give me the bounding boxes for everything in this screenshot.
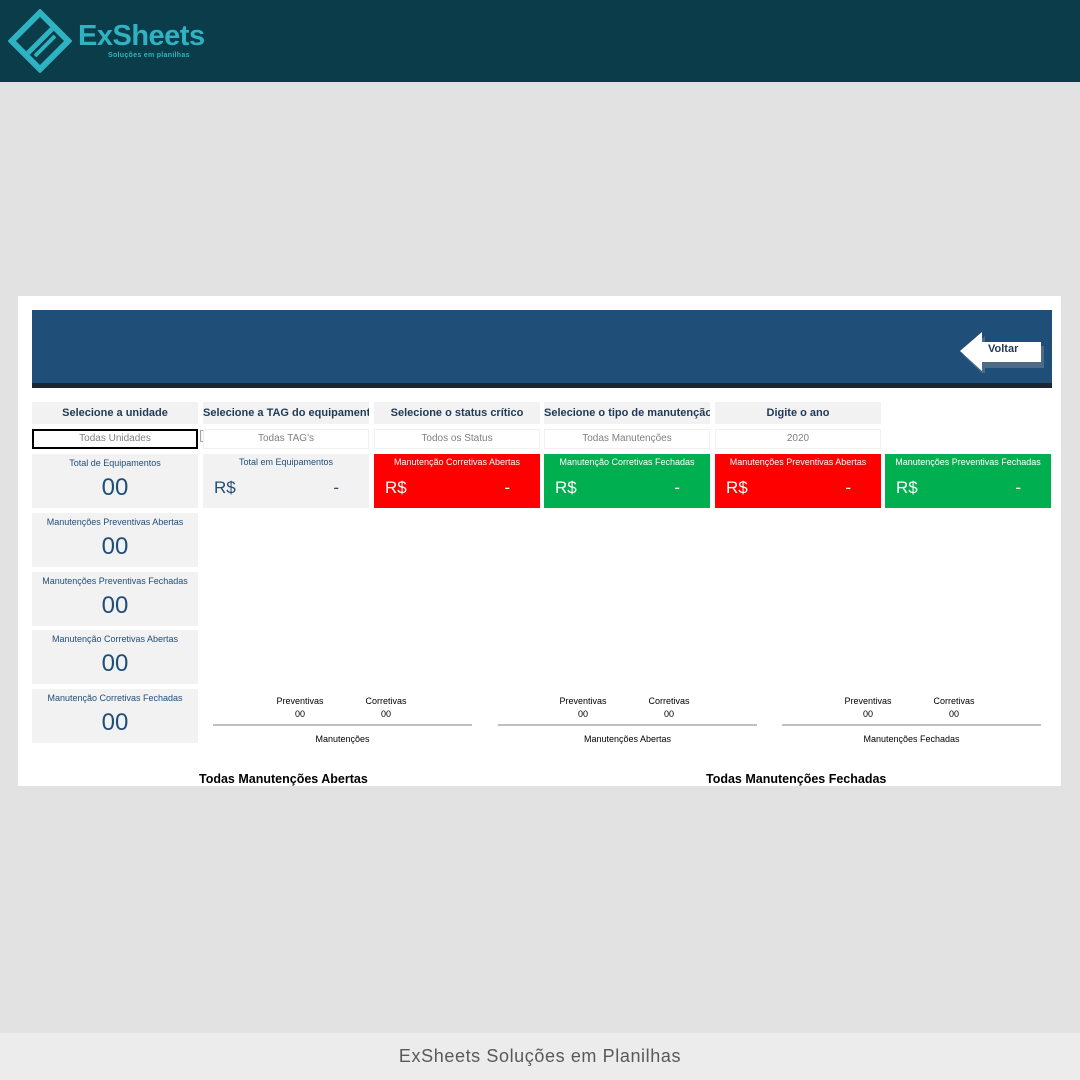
back-button-label: Voltar	[988, 343, 1019, 355]
brand-bar: ExSheets Soluções em planilhas	[0, 0, 1080, 82]
summary-preventivas: Preventivas 00	[543, 696, 623, 719]
kpi-value: 00	[101, 474, 129, 501]
filter-unit-label: Selecione a unidade	[32, 402, 198, 424]
kpi-total-equipamentos: Total de Equipamentos 00	[32, 454, 198, 508]
filter-status-label: Selecione o status crítico	[374, 402, 540, 424]
filter-unit-select[interactable]: Todas Unidades	[32, 429, 198, 449]
summary-corretivas: Corretivas 00	[629, 696, 709, 719]
money-corretivas-abertas: Manutenção Corretivas Abertas R$ -	[374, 454, 540, 508]
summary-manutencoes-fechadas: Preventivas 00 Corretivas 00 Manutenções…	[782, 696, 1042, 746]
summary-value: 00	[663, 709, 674, 719]
kpi-value: 00	[101, 592, 129, 619]
money-corretivas-fechadas: Manutenção Corretivas Fechadas R$ -	[544, 454, 710, 508]
money-card-title: Total em Equipamentos	[238, 457, 334, 467]
money-value: -	[674, 478, 680, 497]
dashboard-panel: Voltar Selecione a unidade Todas Unidade…	[18, 296, 1061, 786]
filter-year: Digite o ano 2020	[715, 402, 881, 449]
filter-tag: Selecione a TAG do equipamento Todas TAG…	[203, 402, 369, 449]
currency-symbol: R$	[896, 478, 918, 497]
filter-tag-select[interactable]: Todas TAG's	[203, 429, 369, 449]
section-title-abertas: Todas Manutenções Abertas	[199, 772, 368, 786]
footer: ExSheets Soluções em Planilhas	[0, 1033, 1080, 1080]
money-preventivas-abertas: Manutenções Preventivas Abertas R$ -	[715, 454, 881, 508]
summary-corretivas: Corretivas 00	[346, 696, 426, 719]
summary-label: Corretivas	[933, 696, 975, 706]
brand-tagline: Soluções em planilhas	[108, 52, 190, 59]
summary-divider	[498, 724, 757, 726]
summary-label: Preventivas	[559, 696, 607, 706]
kpi-title: Manutenção Corretivas Abertas	[51, 634, 179, 644]
money-value: -	[1015, 478, 1021, 497]
kpi-title: Manutenção Corretivas Fechadas	[47, 693, 183, 703]
summary-caption: Manutenções	[315, 734, 370, 744]
summary-divider	[782, 724, 1041, 726]
money-preventivas-fechadas: Manutenções Preventivas Fechadas R$ -	[885, 454, 1051, 508]
summary-value: 00	[294, 709, 305, 719]
filter-type-label: Selecione o tipo de manutenção	[544, 402, 710, 424]
currency-symbol: R$	[385, 478, 407, 497]
money-total-equipamentos: Total em Equipamentos R$ -	[203, 454, 369, 508]
kpi-title: Total de Equipamentos	[69, 458, 161, 468]
kpi-title: Manutenções Preventivas Fechadas	[42, 576, 188, 586]
summary-label: Corretivas	[648, 696, 690, 706]
filter-unit: Selecione a unidade Todas Unidades	[32, 402, 198, 449]
summary-label: Preventivas	[844, 696, 892, 706]
currency-symbol: R$	[555, 478, 577, 497]
summary-caption: Manutenções Abertas	[583, 734, 672, 744]
summary-value: 00	[380, 709, 391, 719]
summary-corretivas: Corretivas 00	[914, 696, 994, 719]
summary-value: 00	[948, 709, 959, 719]
summary-preventivas: Preventivas 00	[828, 696, 908, 719]
currency-symbol: R$	[726, 478, 748, 497]
summary-divider	[213, 724, 472, 726]
kpi-preventivas-abertas: Manutenções Preventivas Abertas 00	[32, 513, 198, 567]
brand-name: ExSheets	[78, 20, 205, 52]
money-card-title: Manutenção Corretivas Fechadas	[559, 457, 695, 467]
summary-preventivas: Preventivas 00	[260, 696, 340, 719]
kpi-corretivas-abertas: Manutenção Corretivas Abertas 00	[32, 630, 198, 684]
kpi-value: 00	[101, 650, 129, 677]
money-card-title: Manutenção Corretivas Abertas	[393, 457, 521, 467]
money-value: -	[504, 478, 510, 497]
kpi-title: Manutenções Preventivas Abertas	[46, 517, 184, 527]
summary-manutencoes-abertas: Preventivas 00 Corretivas 00 Manutenções…	[498, 696, 758, 746]
summary-label: Preventivas	[276, 696, 324, 706]
filter-year-label: Digite o ano	[715, 402, 881, 424]
money-card-title: Manutenções Preventivas Fechadas	[895, 457, 1041, 467]
kpi-value: 00	[101, 533, 129, 560]
currency-symbol: R$	[214, 478, 236, 497]
money-card-title: Manutenções Preventivas Abertas	[729, 457, 867, 467]
summary-label: Corretivas	[365, 696, 407, 706]
back-button[interactable]: Voltar	[960, 331, 1060, 373]
summary-value: 00	[862, 709, 873, 719]
filter-year-input[interactable]: 2020	[715, 429, 881, 449]
filter-status-select[interactable]: Todos os Status	[374, 429, 540, 449]
kpi-value: 00	[101, 709, 129, 736]
summary-caption: Manutenções Fechadas	[863, 734, 960, 744]
filter-tag-label: Selecione a TAG do equipamento	[203, 402, 369, 424]
money-value: -	[333, 478, 339, 497]
dashboard-header: Voltar	[32, 310, 1052, 388]
exsheets-logo-icon	[8, 9, 72, 73]
money-value: -	[845, 478, 851, 497]
section-title-fechadas: Todas Manutenções Fechadas	[706, 772, 887, 786]
filter-status: Selecione o status crítico Todos os Stat…	[374, 402, 540, 449]
kpi-preventivas-fechadas: Manutenções Preventivas Fechadas 00	[32, 572, 198, 626]
kpi-corretivas-fechadas: Manutenção Corretivas Fechadas 00	[32, 689, 198, 743]
filter-type: Selecione o tipo de manutenção Todas Man…	[544, 402, 710, 449]
filter-type-select[interactable]: Todas Manutenções	[544, 429, 710, 449]
summary-value: 00	[577, 709, 588, 719]
summary-manutencoes: Preventivas 00 Corretivas 00 Manutenções	[213, 696, 473, 746]
